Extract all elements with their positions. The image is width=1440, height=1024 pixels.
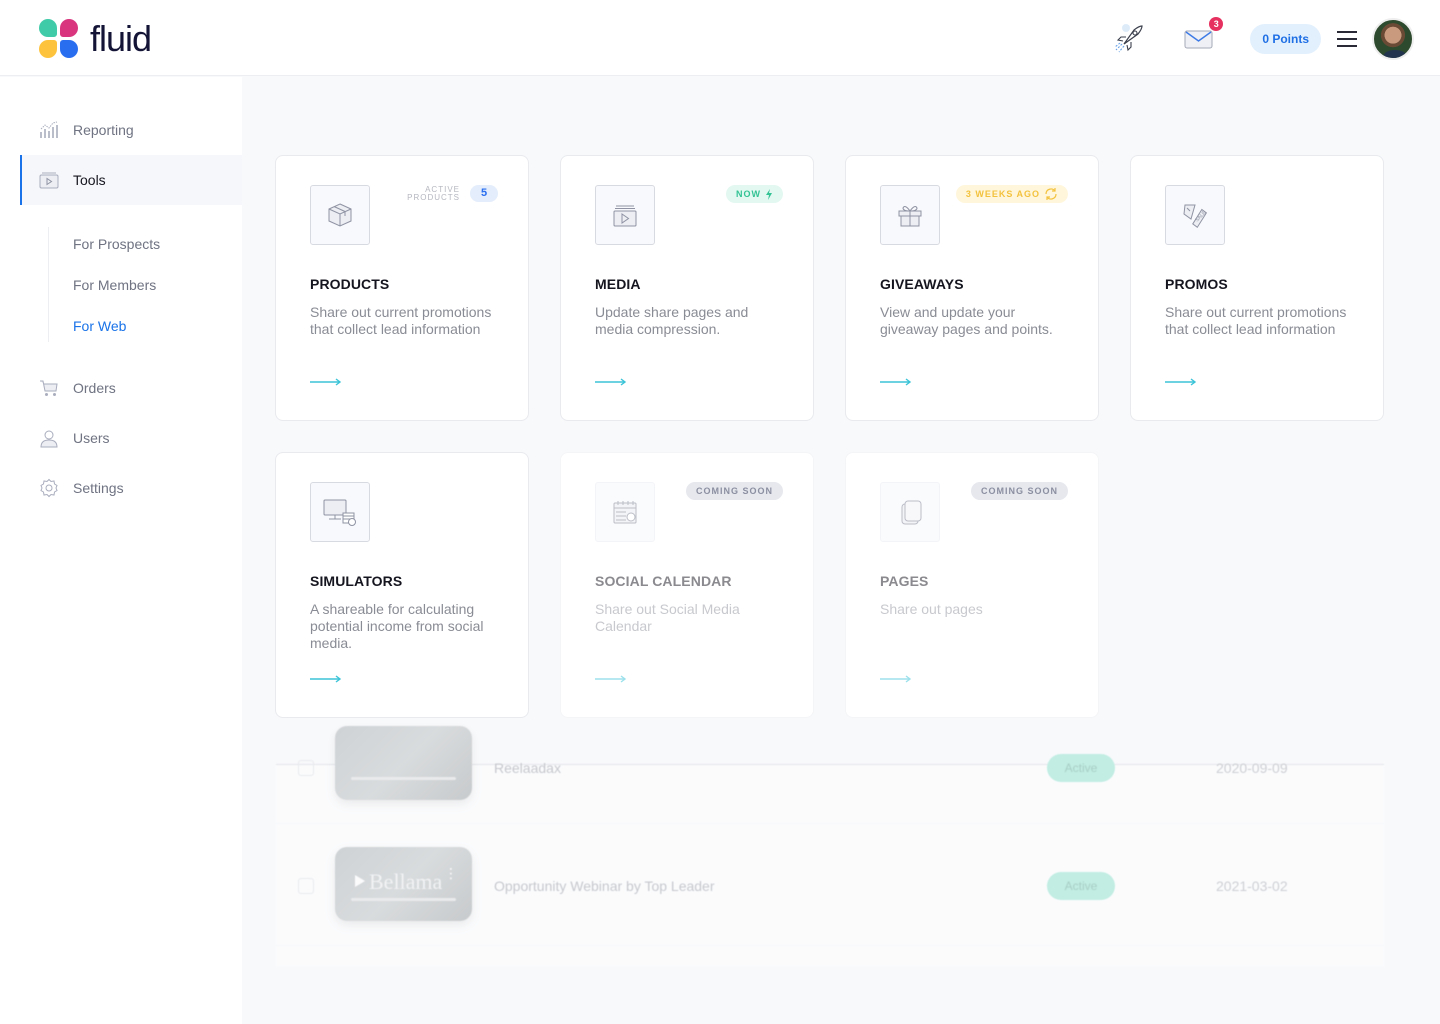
tool-card-giveaways[interactable]: 3 Weeks Ago GIVEAWAYS View and update yo… [845, 155, 1099, 421]
card-title: GIVEAWAYS [880, 276, 964, 292]
arrow-right-icon[interactable] [880, 377, 912, 387]
card-description: View and update your giveaway pages and … [880, 304, 1053, 337]
sidebar-item-label: Tools [73, 172, 106, 188]
card-title: SIMULATORS [310, 573, 403, 589]
pages-icon [880, 482, 940, 542]
more-options-icon[interactable]: ⋮ [444, 866, 458, 880]
box-icon [310, 185, 370, 245]
sidebar-item-orders[interactable]: Orders [20, 363, 242, 413]
media-table: Reelaadax Active 2020-09-09 Bellama ⋮ Op… [276, 726, 1384, 966]
brand-logo[interactable]: fluid [39, 18, 152, 59]
sale-tag-icon: SALE [1165, 185, 1225, 245]
tool-card-social-calendar: Coming Soon SOCIAL CALENDAR Share out So… [560, 452, 814, 718]
sidebar-item-label: Users [73, 430, 110, 446]
media-play-icon [595, 185, 655, 245]
row-date: 2020-09-09 [1216, 760, 1288, 776]
brand-name: fluid [90, 18, 152, 59]
row-title: Opportunity Webinar by Top Leader [494, 878, 715, 894]
row-checkbox[interactable] [298, 878, 314, 894]
card-title: PAGES [880, 573, 929, 589]
play-icon [355, 875, 365, 887]
card-title: SOCIAL CALENDAR [595, 573, 732, 589]
table-row: Bellama ⋮ Opportunity Webinar by Top Lea… [276, 826, 1384, 946]
pill-label: Coming Soon [695, 486, 773, 496]
chart-icon [39, 120, 59, 140]
submenu-divider [48, 227, 49, 342]
card-title: PROMOS [1165, 276, 1228, 292]
tool-card-pages: Coming Soon PAGES Share out pages [845, 452, 1099, 718]
active-products-badge: Active Products 5 [402, 185, 498, 202]
status-badge: Active [1047, 754, 1115, 782]
status-badge: Active [1047, 872, 1115, 900]
row-date: 2021-03-02 [1216, 878, 1288, 894]
sidebar-item-label: Settings [73, 480, 124, 496]
video-thumbnail[interactable]: Bellama ⋮ [335, 847, 472, 921]
card-description: Update share pages and media compression… [595, 304, 749, 337]
status-pill-now: Now [726, 185, 783, 203]
sidebar-subitem-for-prospects[interactable]: For Prospects [73, 236, 160, 252]
logo-mark-icon [39, 19, 79, 59]
tool-card-simulators[interactable]: SIMULATORS A shareable for calculating p… [275, 452, 529, 718]
sidebar-subitem-for-members[interactable]: For Members [73, 277, 156, 293]
status-pill-coming-soon: Coming Soon [685, 482, 783, 500]
arrow-right-icon[interactable] [1165, 377, 1197, 387]
notification-badge: 3 [1209, 17, 1224, 31]
mail-icon [1184, 30, 1213, 49]
sidebar: Reporting Tools For Prospects For Member… [0, 77, 242, 1024]
arrow-right-icon[interactable] [310, 674, 342, 684]
sidebar-item-label: Orders [73, 380, 116, 396]
gift-icon [880, 185, 940, 245]
arrow-right-icon[interactable] [310, 377, 342, 387]
card-description: Share out Social Media Calendar [595, 601, 740, 634]
tool-card-products[interactable]: Active Products 5 PRODUCTS Share out cur… [275, 155, 529, 421]
tool-card-promos[interactable]: SALE PROMOS Share out current promotions… [1130, 155, 1384, 421]
mail-button[interactable]: 3 [1184, 17, 1224, 51]
cart-icon [39, 378, 59, 398]
lightning-icon [766, 188, 772, 200]
status-pill-coming-soon: Coming Soon [970, 482, 1068, 500]
points-button[interactable]: 0 Points [1250, 24, 1321, 54]
sidebar-subitem-for-web[interactable]: For Web [73, 318, 126, 334]
tool-card-media[interactable]: Now MEDIA Update share pages and media c… [560, 155, 814, 421]
rocket-icon[interactable] [1112, 22, 1146, 56]
card-title: MEDIA [595, 276, 641, 292]
row-checkbox[interactable] [298, 760, 314, 776]
card-description: Share out current promotions that collec… [1165, 304, 1347, 337]
video-thumbnail[interactable] [335, 726, 472, 800]
active-products-caption: Active Products [407, 184, 460, 202]
pill-label: Now [736, 189, 761, 199]
avatar[interactable] [1372, 18, 1414, 60]
pill-label: 3 Weeks Ago [965, 189, 1040, 199]
arrow-right-icon [880, 675, 912, 683]
arrow-right-icon[interactable] [595, 377, 627, 387]
user-icon [39, 428, 59, 448]
card-description: Share out current promotions that collec… [310, 304, 492, 337]
status-pill-updated: 3 Weeks Ago [955, 185, 1068, 203]
gear-icon [39, 478, 59, 498]
sidebar-item-users[interactable]: Users [20, 413, 242, 463]
sidebar-item-settings[interactable]: Settings [20, 463, 242, 513]
media-play-icon [39, 170, 59, 190]
sidebar-item-reporting[interactable]: Reporting [20, 105, 242, 155]
calendar-icon [595, 482, 655, 542]
row-title: Reelaadax [494, 760, 561, 776]
computer-coins-icon [310, 482, 370, 542]
card-description: Share out pages [880, 601, 983, 617]
thumbnail-brand: Bellama [369, 869, 443, 894]
card-title: PRODUCTS [310, 276, 390, 292]
active-products-count: 5 [470, 185, 498, 202]
sidebar-item-tools[interactable]: Tools [20, 155, 242, 205]
arrow-right-icon [595, 675, 627, 683]
hamburger-menu-icon[interactable] [1337, 31, 1357, 47]
top-header: fluid 3 0 Points [0, 0, 1440, 76]
card-description: A shareable for calculating potential in… [310, 601, 484, 651]
table-row: Reelaadax Active 2020-09-09 [276, 704, 1384, 824]
sidebar-item-label: Reporting [73, 122, 134, 138]
refresh-icon [1045, 188, 1057, 200]
pill-label: Coming Soon [980, 486, 1058, 496]
